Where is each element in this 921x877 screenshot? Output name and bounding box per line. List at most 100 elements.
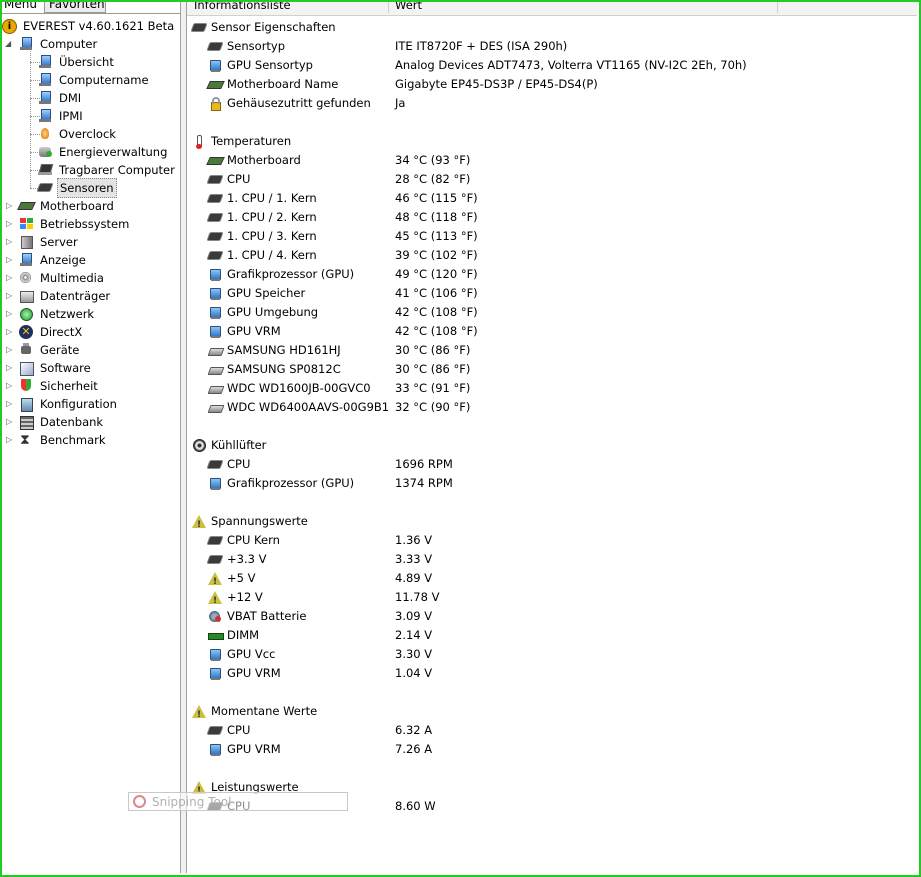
list-item[interactable]: WDC WD6400AAVS-00G9B1 [208, 398, 389, 417]
list-item[interactable]: 1. CPU / 3. Kern [208, 227, 317, 246]
column-header-info[interactable]: Informationsliste [187, 0, 389, 13]
expander-netzwerk[interactable]: ▷ [6, 305, 14, 323]
list-item[interactable]: GPU VRM [208, 740, 281, 759]
list-item[interactable]: DIMM [208, 626, 259, 645]
tree-item-gerate-label: Geräte [40, 343, 80, 357]
tree-item-konfiguration[interactable]: Konfiguration [19, 395, 119, 413]
list-item[interactable]: Sensortyp [208, 37, 285, 56]
expander-computer[interactable]: ◢ [5, 35, 13, 53]
configuration-icon [19, 397, 34, 412]
expander-directx[interactable]: ▷ [6, 323, 14, 341]
section-header-momentane-werte[interactable]: Momentane Werte [192, 702, 317, 725]
tab-menu[interactable]: Menü [2, 0, 44, 12]
tree-item-betriebssystem-label: Betriebssystem [40, 217, 130, 231]
tree-root[interactable]: EVEREST v4.60.1621 Beta [2, 17, 176, 35]
expander-anzeige[interactable]: ▷ [6, 251, 14, 269]
item-value: 30 °C (86 °F) [395, 343, 471, 357]
expander-multimedia[interactable]: ▷ [6, 269, 14, 287]
tree-item-software[interactable]: Software [19, 359, 93, 377]
tree-item-motherboard-label: Motherboard [40, 199, 114, 213]
tree-item-ubersicht[interactable]: Übersicht [38, 53, 116, 71]
motherboard-icon [208, 154, 223, 168]
tab-favorites[interactable]: Favoriten [44, 0, 106, 13]
tree-item-computername[interactable]: Computername [38, 71, 151, 89]
database-icon [19, 415, 34, 430]
tree-item-motherboard[interactable]: Motherboard [19, 197, 116, 215]
tree-item-konfiguration-label: Konfiguration [40, 397, 117, 411]
section-header-spannungswerte[interactable]: Spannungswerte [192, 512, 308, 535]
item-value: 1.36 V [395, 533, 433, 547]
tree-item-anzeige[interactable]: Anzeige [19, 251, 88, 269]
tree-item-ipmi[interactable]: IPMI [38, 107, 85, 125]
list-item[interactable]: +5 V [208, 569, 255, 592]
tree-item-sicherheit-label: Sicherheit [40, 379, 98, 393]
list-item[interactable]: Motherboard Name [208, 75, 338, 94]
list-item[interactable]: Grafikprozessor (GPU) [208, 474, 354, 493]
list-item[interactable]: CPU [208, 455, 250, 474]
tree-item-betriebssystem[interactable]: Betriebssystem [19, 215, 131, 233]
tree-item-gerate[interactable]: Geräte [19, 341, 81, 359]
devices-icon [19, 343, 34, 357]
motherboard-icon [19, 199, 34, 213]
expander-sicherheit[interactable]: ▷ [6, 377, 14, 395]
tree-guide-line [30, 49, 31, 188]
list-item[interactable]: GPU Vcc [208, 645, 275, 664]
tree-item-datenbank[interactable]: Datenbank [19, 413, 105, 431]
expander-datentrager[interactable]: ▷ [6, 287, 14, 305]
list-item[interactable]: GPU Speicher [208, 284, 305, 303]
list-item[interactable]: 1. CPU / 1. Kern [208, 189, 317, 208]
list-item[interactable]: Grafikprozessor (GPU) [208, 265, 354, 284]
section-header-temperaturen[interactable]: Temperaturen [192, 132, 291, 151]
item-value: 11.78 V [395, 590, 440, 604]
tree-item-benchmark-label: Benchmark [40, 433, 106, 447]
expander-gerate[interactable]: ▷ [6, 341, 14, 359]
tree-item-benchmark[interactable]: Benchmark [19, 431, 108, 449]
list-item[interactable]: GPU Umgebung [208, 303, 318, 322]
expander-motherboard[interactable]: ▷ [6, 197, 14, 215]
tree-item-netzwerk[interactable]: Netzwerk [19, 305, 96, 323]
expander-datenbank[interactable]: ▷ [6, 413, 14, 431]
section-header-sensor-eigenschaften[interactable]: Sensor Eigenschaften [192, 18, 336, 37]
directx-icon [19, 325, 34, 339]
tree-item-tragbarer-computer[interactable]: Tragbarer Computer [38, 161, 177, 179]
tree-item-server[interactable]: Server [19, 233, 80, 251]
column-header-value[interactable]: Wert [388, 0, 778, 13]
tree-item-sensoren[interactable]: Sensoren [38, 178, 117, 198]
list-item[interactable]: GPU VRM [208, 322, 281, 341]
multimedia-icon [19, 271, 34, 285]
expander-benchmark[interactable]: ▷ [6, 431, 14, 449]
list-item[interactable]: CPU [208, 170, 250, 189]
expander-konfiguration[interactable]: ▷ [6, 395, 14, 413]
list-item[interactable]: Gehäusezutritt gefunden [208, 94, 371, 113]
list-item[interactable]: GPU Sensortyp [208, 56, 313, 75]
tree-item-computer[interactable]: Computer [19, 35, 99, 53]
section-title: Kühllüfter [211, 438, 267, 452]
tree-item-energieverwaltung[interactable]: Energieverwaltung [38, 143, 169, 161]
list-item[interactable]: +3.3 V [208, 550, 266, 569]
list-item[interactable]: CPU Kern [208, 531, 280, 550]
snipping-tool-overlay[interactable]: Snipping Tool [128, 792, 348, 811]
list-item[interactable]: SAMSUNG SP0812C [208, 360, 341, 379]
section-header-kuhllufter[interactable]: Kühllüfter [192, 436, 266, 455]
item-label: CPU [227, 723, 251, 737]
list-item[interactable]: 1. CPU / 4. Kern [208, 246, 317, 265]
expander-betriebssystem[interactable]: ▷ [6, 215, 14, 233]
tree-item-dmi[interactable]: DMI [38, 89, 83, 107]
expander-software[interactable]: ▷ [6, 359, 14, 377]
tree-item-directx-label: DirectX [40, 325, 83, 339]
list-item[interactable]: Motherboard [208, 151, 301, 170]
tree-item-directx[interactable]: DirectX [19, 323, 84, 341]
monitor-icon [208, 743, 223, 757]
expander-server[interactable]: ▷ [6, 233, 14, 251]
list-item[interactable]: VBAT Batterie [208, 607, 306, 626]
list-item[interactable]: 1. CPU / 2. Kern [208, 208, 317, 227]
tree-item-sicherheit[interactable]: Sicherheit [19, 377, 100, 395]
list-item[interactable]: CPU [208, 721, 250, 740]
list-item[interactable]: GPU VRM [208, 664, 281, 683]
tree-item-multimedia[interactable]: Multimedia [19, 269, 106, 287]
list-item[interactable]: SAMSUNG HD161HJ [208, 341, 341, 360]
tree-item-overclock[interactable]: Overclock [38, 125, 118, 143]
list-item[interactable]: +12 V [208, 588, 263, 611]
tree-item-datentrager[interactable]: Datenträger [19, 287, 112, 305]
list-item[interactable]: WDC WD1600JB-00GVC0 [208, 379, 371, 398]
